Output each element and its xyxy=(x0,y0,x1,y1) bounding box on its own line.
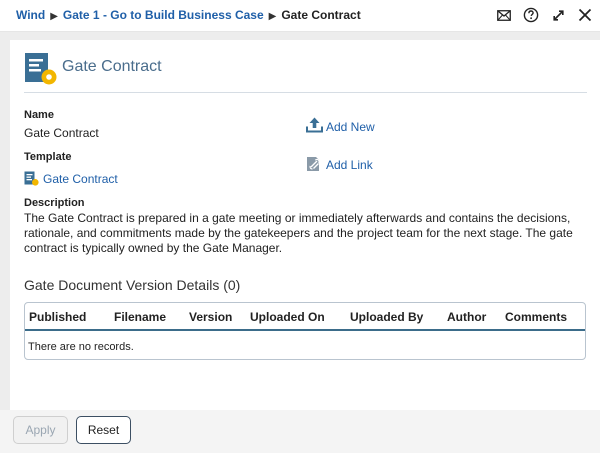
column-header-comments[interactable]: Comments xyxy=(505,310,567,324)
add-link-button[interactable]: Add Link xyxy=(306,156,373,172)
help-icon[interactable] xyxy=(522,6,540,24)
breadcrumb: Wind ▶ Gate 1 - Go to Build Business Case ▶… xyxy=(16,8,361,22)
breadcrumb-gate-1[interactable]: Gate 1 - Go to Build Business Case xyxy=(63,8,264,22)
breadcrumb-current: Gate Contract xyxy=(281,8,361,22)
document-panel: Gate Contract Name Gate Contract Templat… xyxy=(10,40,600,410)
add-new-button[interactable]: Add New xyxy=(306,117,375,134)
template-link-text: Gate Contract xyxy=(43,172,118,186)
description-text: The Gate Contract is prepared in a gate … xyxy=(24,211,573,255)
column-header-published[interactable]: Published xyxy=(29,310,86,324)
template-link[interactable]: Gate Contract xyxy=(24,171,118,186)
breadcrumb-wind[interactable]: Wind xyxy=(16,8,45,22)
reset-button[interactable]: Reset xyxy=(76,416,131,444)
column-header-uploaded-on[interactable]: Uploaded On xyxy=(250,310,325,324)
close-icon[interactable] xyxy=(576,6,594,24)
expand-icon[interactable] xyxy=(549,6,567,24)
header-divider xyxy=(24,92,587,93)
name-label: Name xyxy=(24,109,54,121)
name-value: Gate Contract xyxy=(24,126,99,140)
upload-icon xyxy=(306,117,323,133)
add-new-label: Add New xyxy=(326,120,375,134)
table-header-row: Published Filename Version Uploaded On U… xyxy=(25,303,585,331)
mail-icon[interactable] xyxy=(495,6,513,24)
breadcrumb-separator: ▶ xyxy=(50,11,58,22)
footer-bar: Apply Reset xyxy=(0,410,600,453)
description-label: Description xyxy=(24,197,85,209)
apply-button[interactable]: Apply xyxy=(13,416,68,444)
attach-link-icon xyxy=(307,157,320,171)
table-empty-message: There are no records. xyxy=(28,341,134,353)
column-header-author[interactable]: Author xyxy=(447,310,486,324)
page-title: Gate Contract xyxy=(62,58,162,75)
column-header-filename[interactable]: Filename xyxy=(114,310,166,324)
window-controls xyxy=(495,6,594,24)
template-label: Template xyxy=(24,151,72,163)
column-header-version[interactable]: Version xyxy=(189,310,232,324)
title-bar: Wind ▶ Gate 1 - Go to Build Business Case ▶… xyxy=(0,0,600,32)
column-header-uploaded-by[interactable]: Uploaded By xyxy=(350,310,423,324)
document-gear-icon xyxy=(24,52,58,91)
add-link-label: Add Link xyxy=(326,158,373,172)
version-details-title: Gate Document Version Details (0) xyxy=(24,277,241,293)
template-document-icon xyxy=(24,171,39,186)
breadcrumb-separator: ▶ xyxy=(268,11,277,22)
